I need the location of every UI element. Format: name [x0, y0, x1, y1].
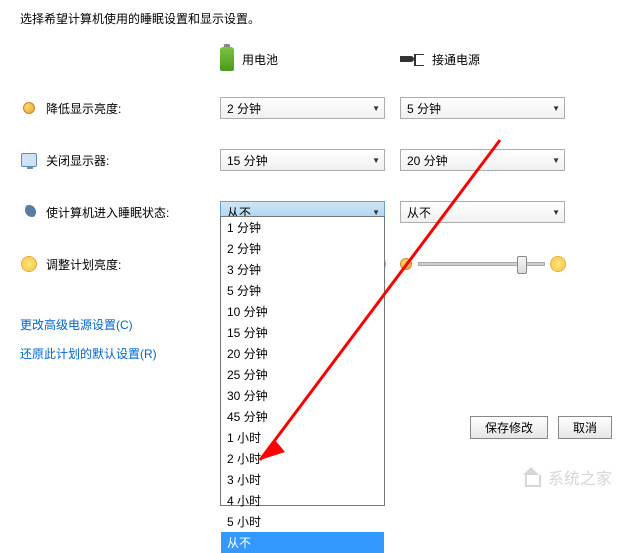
dropdown-option[interactable]: 4 小时 — [221, 490, 384, 511]
sleep-label: 使计算机进入睡眠状态: — [46, 204, 169, 221]
dim-icon — [23, 102, 35, 114]
row-display-off: 关闭显示器: 15 分钟 20 分钟 — [20, 148, 612, 172]
save-button[interactable]: 保存修改 — [470, 416, 548, 439]
brightness-plugged-slider[interactable] — [400, 257, 565, 271]
row-dim: 降低显示亮度: 2 分钟 5 分钟 — [20, 96, 612, 120]
action-buttons: 保存修改 取消 — [470, 416, 612, 439]
brightness-label: 调整计划亮度: — [46, 256, 121, 273]
dropdown-option[interactable]: 2 分钟 — [221, 238, 384, 259]
slider-thumb[interactable] — [517, 256, 527, 274]
plugged-label: 接通电源 — [432, 51, 480, 68]
column-headers: 用电池 接通电源 — [20, 47, 612, 71]
dropdown-option[interactable]: 1 分钟 — [221, 217, 384, 238]
cancel-button[interactable]: 取消 — [558, 416, 612, 439]
dropdown-option[interactable]: 30 分钟 — [221, 385, 384, 406]
dim-plugged-dropdown[interactable]: 5 分钟 — [400, 97, 565, 119]
watermark: 系统之家 — [520, 465, 612, 489]
house-icon — [520, 467, 542, 487]
dropdown-option[interactable]: 20 分钟 — [221, 343, 384, 364]
dropdown-option[interactable]: 3 小时 — [221, 469, 384, 490]
dropdown-option[interactable]: 10 分钟 — [221, 301, 384, 322]
dropdown-option[interactable]: 5 小时 — [221, 511, 384, 532]
dim-battery-dropdown[interactable]: 2 分钟 — [220, 97, 385, 119]
low-brightness-icon — [400, 258, 412, 270]
dropdown-option[interactable]: 5 分钟 — [221, 280, 384, 301]
dropdown-option[interactable]: 从不 — [221, 532, 384, 553]
dropdown-option[interactable]: 3 分钟 — [221, 259, 384, 280]
monitor-icon — [21, 153, 37, 167]
dropdown-option[interactable]: 2 小时 — [221, 448, 384, 469]
dropdown-option[interactable]: 1 小时 — [221, 427, 384, 448]
dim-label: 降低显示亮度: — [46, 100, 121, 117]
dropdown-option[interactable]: 25 分钟 — [221, 364, 384, 385]
battery-icon — [220, 47, 234, 71]
display-off-battery-dropdown[interactable]: 15 分钟 — [220, 149, 385, 171]
display-off-label: 关闭显示器: — [46, 152, 109, 169]
instruction-text: 选择希望计算机使用的睡眠设置和显示设置。 — [20, 10, 612, 27]
sun-icon — [22, 257, 36, 271]
high-brightness-icon — [551, 257, 565, 271]
sleep-plugged-dropdown[interactable]: 从不 — [400, 201, 565, 223]
dropdown-option[interactable]: 45 分钟 — [221, 406, 384, 427]
plugged-header: 接通电源 — [400, 47, 580, 71]
battery-label: 用电池 — [242, 51, 278, 68]
sleep-dropdown-list[interactable]: 1 分钟2 分钟3 分钟5 分钟10 分钟15 分钟20 分钟25 分钟30 分… — [220, 216, 385, 506]
moon-icon — [22, 205, 36, 219]
battery-header: 用电池 — [220, 47, 400, 71]
display-off-plugged-dropdown[interactable]: 20 分钟 — [400, 149, 565, 171]
dropdown-option[interactable]: 15 分钟 — [221, 322, 384, 343]
plug-icon — [400, 52, 424, 66]
